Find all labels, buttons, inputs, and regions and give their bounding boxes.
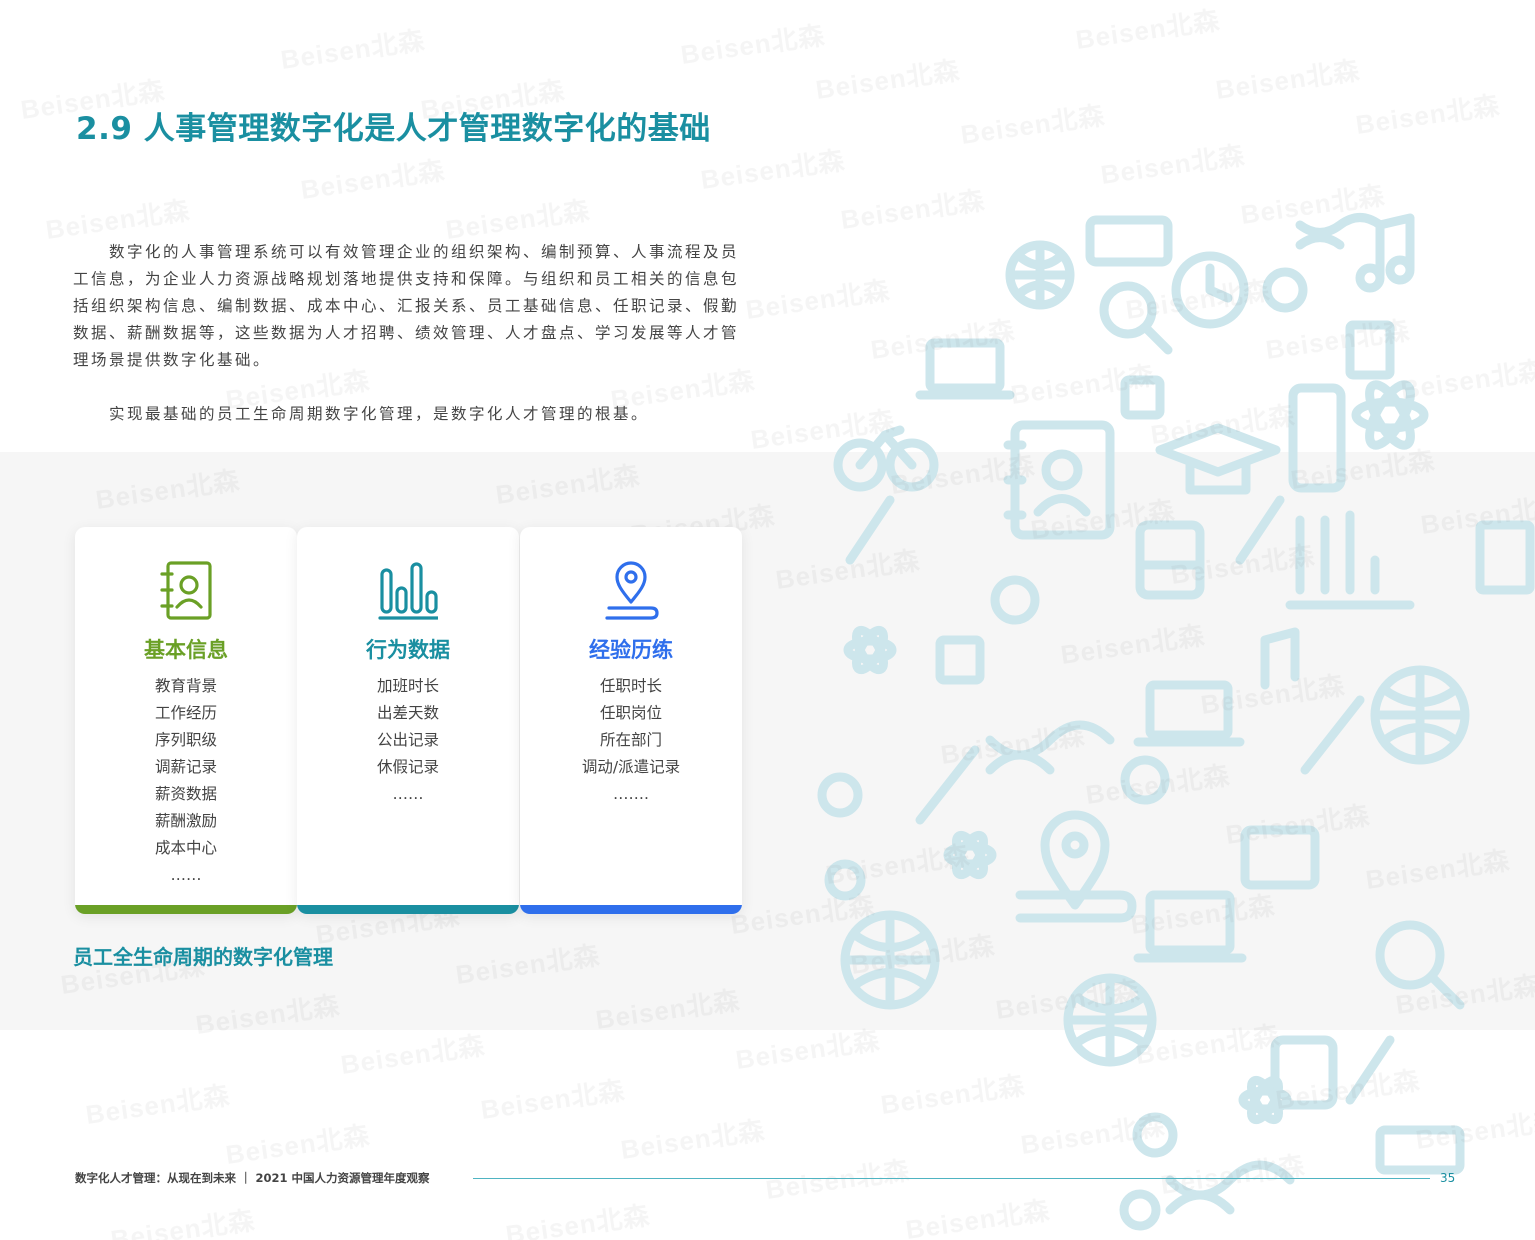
decorative-icon-cloud — [817, 213, 1535, 1231]
page-number: 35 — [1440, 1171, 1456, 1185]
list-item: 任职岗位 — [599, 704, 662, 722]
watermark: Beisen北森 — [108, 1205, 257, 1240]
wallet-icon — [1240, 825, 1320, 890]
apple-icon-4 — [1119, 1189, 1161, 1231]
list-item: 教育背景 — [154, 677, 217, 695]
pencil-icon-5 — [915, 745, 980, 825]
puzzle-icon-2 — [1120, 375, 1165, 420]
list-item: 成本中心 — [154, 839, 217, 857]
pencil-icon-3 — [1300, 695, 1365, 775]
list-item: 任职时长 — [599, 677, 662, 695]
card-color-bar — [75, 905, 297, 914]
watermark: Beisen北森 — [678, 20, 827, 70]
dna-icon — [1295, 213, 1385, 250]
summary-paragraph: 实现最基础的员工生命周期数字化管理，是数字化人才管理的根基。 — [109, 405, 650, 423]
page-title: 2.9 人事管理数字化是人才管理数字化的基础 — [76, 111, 711, 147]
list-item: 加班时长 — [376, 677, 439, 695]
puzzle-icon — [935, 635, 985, 685]
pencil-icon — [845, 495, 895, 565]
card-item-list: 教育背景 工作经历 序列职级 调薪记录 薪资数据 薪酬激励 成本中心 …… — [75, 673, 297, 889]
contact-book-icon — [160, 561, 212, 620]
watermark: Beisen北森 — [278, 25, 427, 75]
phone-vertical-icon — [1288, 383, 1346, 493]
intro-paragraph: 数字化的人事管理系统可以有效管理企业的组织架构、编制预算、人事流程及员工信息，为… — [73, 243, 740, 369]
list-item: …… — [170, 866, 202, 884]
dna-icon-3 — [1165, 1160, 1295, 1215]
watermark: Beisen北森 — [1073, 5, 1222, 55]
card-color-bar — [297, 905, 519, 914]
watermark: Beisen北森 — [813, 55, 962, 105]
apple-icon-2 — [1120, 755, 1170, 805]
dna-icon-2 — [985, 720, 1115, 775]
watermark: Beisen北森 — [298, 155, 447, 205]
list-item: ……. — [613, 785, 649, 803]
contact-book-icon — [1010, 420, 1115, 540]
list-item: …… — [392, 785, 424, 803]
card-color-bar — [520, 905, 742, 914]
watermark: Beisen北森 — [503, 1200, 652, 1240]
apple-icon-3 — [824, 859, 866, 901]
laptop-icon-2 — [1145, 680, 1233, 740]
lightbulb-icon-3 — [1132, 1112, 1178, 1158]
card-title: 行为数据 — [366, 638, 450, 662]
watermark: Beisen北森 — [1353, 90, 1502, 140]
document-icon-3 — [1375, 1125, 1465, 1175]
bar-chart-icon — [378, 562, 438, 620]
phone-icon — [1085, 215, 1173, 267]
list-item: 出差天数 — [376, 704, 439, 722]
location-pin-icon — [605, 561, 659, 620]
list-item: 公出记录 — [376, 731, 439, 749]
watermark: Beisen北森 — [618, 1115, 767, 1165]
list-item: 序列职级 — [154, 731, 217, 749]
apple-icon — [1262, 267, 1308, 313]
list-item: 薪酬激励 — [154, 812, 217, 830]
watermark: Beisen北森 — [338, 1030, 487, 1080]
document-icon — [1345, 320, 1395, 380]
pencil-icon-2 — [1235, 495, 1285, 565]
watermark: Beisen北森 — [223, 1120, 372, 1170]
music-note-icon-2 — [1260, 627, 1300, 690]
card-title: 经验历练 — [589, 638, 673, 662]
watermark: Beisen北森 — [478, 1075, 627, 1125]
document-icon-2 — [1475, 520, 1535, 595]
list-item: 工作经历 — [154, 704, 217, 722]
pencil-icon-4 — [1345, 1035, 1395, 1105]
card-behavior-data: 行为数据 加班时长 出差天数 公出记录 休假记录 …… — [297, 527, 519, 914]
lightbulb-icon-2 — [817, 772, 863, 818]
card-basic-info: 基本信息 教育背景 工作经历 序列职级 调薪记录 薪资数据 薪酬激励 成本中心 … — [75, 527, 297, 914]
graduation-cap-icon — [1155, 423, 1281, 477]
bus-icon — [1135, 520, 1205, 600]
card-experience: 经验历练 任职时长 任职岗位 所在部门 调动/派遣记录 ……. — [520, 527, 742, 914]
bar-chart-icon — [1285, 510, 1415, 610]
watermark: Beisen北森 — [1213, 55, 1362, 105]
atom-icon — [1351, 397, 1429, 433]
list-item: 休假记录 — [376, 758, 439, 776]
list-item: 薪资数据 — [154, 785, 217, 803]
diagram-caption: 员工全生命周期的数字化管理 — [73, 945, 333, 969]
footer-divider — [473, 1178, 1430, 1179]
laptop-icon-3 — [1145, 890, 1235, 955]
footer-text: 数字化人才管理：从现在到未来 ｜ 2021 中国人力资源管理年度观察 — [75, 1171, 430, 1185]
laptop-icon — [925, 338, 1005, 393]
list-item: 调动/派遣记录 — [581, 758, 681, 776]
list-item: 调薪记录 — [154, 758, 217, 776]
watermark: Beisen北森 — [83, 1080, 232, 1130]
list-item: 所在部门 — [599, 731, 662, 749]
card-item-list: 任职时长 任职岗位 所在部门 调动/派遣记录 ……. — [520, 673, 742, 808]
lightbulb-icon — [990, 575, 1040, 625]
card-item-list: 加班时长 出差天数 公出记录 休假记录 …… — [297, 673, 519, 808]
card-title: 基本信息 — [144, 638, 228, 662]
watermark: Beisen北森 — [958, 100, 1107, 150]
